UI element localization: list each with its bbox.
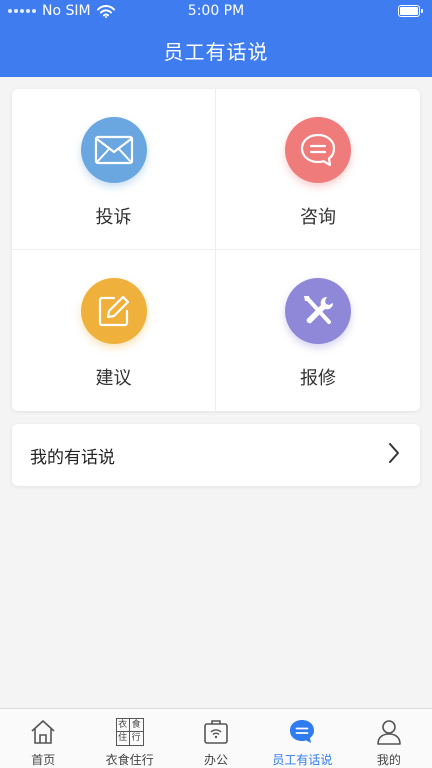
repair-button[interactable]: 报修 [216,250,420,411]
battery-icon [398,5,423,17]
page-title: 员工有话说 [163,40,269,64]
tab-home-label: 首页 [31,753,56,767]
tab-home[interactable]: 首页 [0,709,86,768]
home-icon [29,717,57,747]
status-bar: No SIM 5:00 PM [0,0,432,24]
suggestion-label: 建议 [95,368,132,389]
app-header: No SIM 5:00 PM 员工有话说 [0,0,432,77]
service-grid: 投诉 咨询 建议 报修 [12,89,420,411]
tab-life-label: 衣食住行 [105,753,154,767]
user-icon [375,717,403,747]
tab-employee-voice[interactable]: 员工有话说 [259,709,345,768]
chat-bubble-icon [285,117,351,183]
my-posts-label: 我的有话说 [30,447,115,468]
complaint-button[interactable]: 投诉 [12,89,216,250]
tab-office[interactable]: 办公 [173,709,259,768]
my-posts-row[interactable]: 我的有话说 [12,424,420,486]
chat-bubble-icon [288,717,316,747]
mail-icon [80,117,147,183]
consult-label: 咨询 [300,207,336,228]
complaint-label: 投诉 [95,207,132,228]
edit-icon [80,278,147,344]
consult-button[interactable]: 咨询 [216,89,420,250]
tab-office-label: 办公 [204,753,229,767]
bottom-tabbar: 首页 衣 食 住 行 衣食住行 办公 员工有话说 我的 [0,708,432,768]
chevron-right-icon [388,442,400,468]
tab-mine-label: 我的 [376,753,401,767]
tab-life[interactable]: 衣 食 住 行 衣食住行 [86,709,172,768]
suggestion-button[interactable]: 建议 [12,250,216,411]
tools-icon [285,278,351,344]
life-grid-icon: 衣 食 住 行 [115,717,144,747]
repair-label: 报修 [300,368,336,389]
tab-employee-voice-label: 员工有话说 [272,753,333,767]
status-time: 5:00 PM [187,3,245,19]
tab-mine[interactable]: 我的 [346,709,432,768]
office-bag-icon [202,717,230,747]
